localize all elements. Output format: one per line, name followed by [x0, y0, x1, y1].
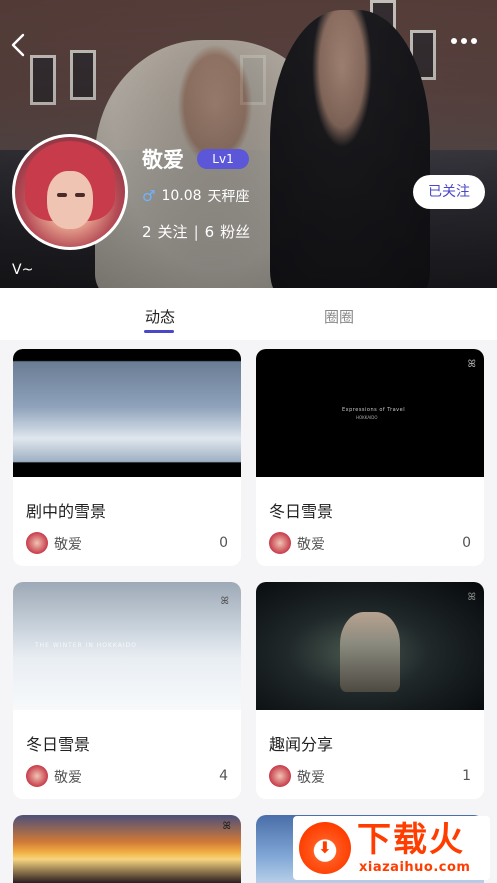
author-avatar — [269, 532, 291, 554]
post-card[interactable]: ꕤ 趣闻分享 敬爱 1 — [256, 582, 484, 799]
author-avatar — [269, 765, 291, 787]
thumbnail-seal-icon: ꕤ — [467, 359, 476, 370]
tab-circles[interactable]: 圈圈 — [324, 306, 354, 327]
avatar-face — [47, 171, 93, 229]
post-card[interactable]: THE WINTER IN HOKKAIDO ꕤ 冬日雪景 敬爱 4 — [13, 582, 241, 799]
followers-count[interactable]: 6 — [205, 223, 215, 241]
thumbnail-caption: Expressions of Travel — [342, 407, 406, 413]
post-card[interactable]: 剧中的雪景 敬爱 0 — [13, 349, 241, 566]
follow-button[interactable]: 已关注 — [413, 175, 485, 209]
post-title: 冬日雪景 — [269, 502, 334, 521]
more-dot-icon — [471, 38, 477, 44]
author-name: 敬爱 — [54, 770, 82, 786]
more-dot-icon — [451, 38, 457, 44]
author-name: 敬爱 — [54, 537, 82, 553]
watermark-logo-icon: ⬇ — [299, 822, 351, 874]
post-thumbnail: ꕤ — [13, 815, 241, 883]
more-options-button[interactable] — [451, 38, 477, 44]
following-label[interactable]: 关注 — [158, 221, 188, 242]
thumbnail-subcaption: HOKKAIDO — [356, 415, 378, 420]
post-title: 剧中的雪景 — [26, 502, 107, 521]
post-count: 0 — [462, 535, 471, 551]
stats-divider: | — [193, 222, 199, 241]
watermark-url: xiazaihuo.com — [359, 860, 471, 875]
thumbnail-seal-icon: ꕤ — [220, 596, 229, 607]
post-thumbnail: THE WINTER IN HOKKAIDO ꕤ — [13, 582, 241, 710]
post-title: 趣闻分享 — [269, 735, 334, 754]
post-card[interactable]: ꕤ — [13, 815, 241, 883]
zodiac: 天秤座 — [207, 189, 250, 205]
watermark-title: 下载火 — [357, 820, 465, 860]
user-signature: V~ — [12, 262, 34, 278]
thumbnail-guitarist — [340, 612, 400, 692]
author-avatar — [26, 765, 48, 787]
site-watermark: ⬇ 下载火 xiazaihuo.com — [293, 816, 490, 880]
tab-bar: 动态 圈圈 — [0, 288, 497, 340]
male-icon: ♂ — [142, 187, 156, 205]
post-count: 4 — [219, 768, 228, 784]
thumbnail-seal-icon: ꕤ — [467, 592, 476, 603]
download-arrow-icon: ⬇ — [318, 838, 332, 857]
following-count[interactable]: 2 — [142, 223, 152, 241]
thumbnail-caption: THE WINTER IN HOKKAIDO — [35, 642, 137, 649]
profile-header: 敬爱 Lv1 ♂ 10.08 天秤座 2 关注 | 6 粉丝 已关注 V~ — [0, 0, 497, 288]
gender-birthday-row: ♂ 10.08 天秤座 — [142, 186, 250, 206]
post-title: 冬日雪景 — [26, 735, 91, 754]
back-button[interactable] — [8, 32, 32, 60]
avatar-eye — [75, 193, 85, 197]
author-avatar — [26, 532, 48, 554]
thumbnail-seal-icon: ꕤ — [222, 821, 231, 832]
chevron-left-icon — [11, 33, 25, 57]
user-avatar[interactable] — [12, 134, 128, 250]
user-name: 敬爱 — [142, 148, 184, 172]
post-card[interactable]: Expressions of Travel HOKKAIDO ꕤ 冬日雪景 敬爱… — [256, 349, 484, 566]
post-thumbnail: ꕤ — [256, 582, 484, 710]
active-tab-indicator — [144, 330, 174, 333]
tab-posts[interactable]: 动态 — [145, 306, 175, 327]
more-dot-icon — [461, 38, 467, 44]
avatar-eye — [57, 193, 67, 197]
post-grid: 剧中的雪景 敬爱 0 Expressions of Travel HOKKAID… — [0, 340, 497, 883]
post-thumbnail: Expressions of Travel HOKKAIDO ꕤ — [256, 349, 484, 477]
post-thumbnail — [13, 349, 241, 477]
birthday: 10.08 — [161, 188, 202, 204]
author-name: 敬爱 — [297, 770, 325, 786]
follow-stats: 2 关注 | 6 粉丝 — [142, 221, 250, 242]
followers-label[interactable]: 粉丝 — [220, 221, 250, 242]
level-badge: Lv1 — [197, 149, 249, 169]
post-count: 0 — [219, 535, 228, 551]
post-count: 1 — [462, 768, 471, 784]
author-name: 敬爱 — [297, 537, 325, 553]
